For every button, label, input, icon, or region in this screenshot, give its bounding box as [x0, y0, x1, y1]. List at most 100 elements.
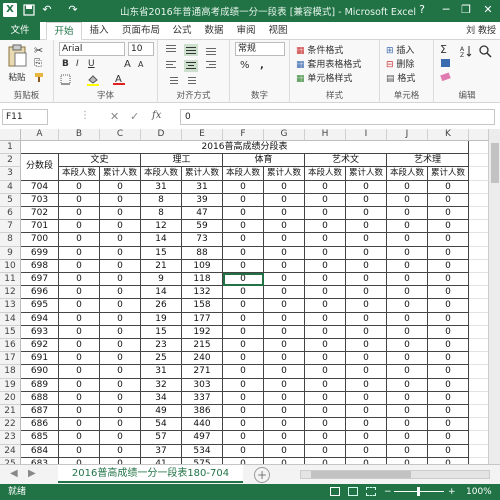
data-cell[interactable]: 0: [223, 418, 264, 432]
page-layout-view-icon[interactable]: [348, 487, 358, 496]
data-cell[interactable]: 0: [305, 207, 346, 221]
data-cell[interactable]: 0: [305, 391, 346, 405]
data-cell[interactable]: 0: [223, 259, 264, 273]
data-cell[interactable]: 73: [182, 233, 223, 247]
data-cell[interactable]: 0: [59, 246, 100, 260]
data-cell[interactable]: 177: [182, 312, 223, 326]
data-cell[interactable]: 14: [141, 286, 182, 300]
data-cell[interactable]: 0: [264, 325, 305, 339]
row-header[interactable]: 10: [0, 259, 21, 273]
data-cell[interactable]: 31: [182, 180, 223, 194]
row-header[interactable]: 20: [0, 391, 21, 405]
sub-header[interactable]: 本段人数: [305, 167, 346, 181]
data-cell[interactable]: 132: [182, 286, 223, 300]
data-cell[interactable]: 0: [264, 180, 305, 194]
data-cell[interactable]: 0: [428, 418, 469, 432]
data-cell[interactable]: 0: [223, 378, 264, 392]
score-cell[interactable]: 696: [21, 286, 59, 300]
column-header[interactable]: K: [428, 129, 469, 141]
data-cell[interactable]: 0: [428, 325, 469, 339]
font-name-select[interactable]: Arial: [59, 42, 125, 56]
page-break-view-icon[interactable]: [366, 487, 376, 496]
bold-button[interactable]: B: [62, 59, 69, 69]
row-header[interactable]: 8: [0, 233, 21, 247]
data-cell[interactable]: 0: [264, 312, 305, 326]
data-cell[interactable]: 0: [100, 339, 141, 353]
data-cell[interactable]: 0: [223, 312, 264, 326]
column-header[interactable]: B: [59, 129, 100, 141]
data-cell[interactable]: 0: [59, 325, 100, 339]
row-header[interactable]: 21: [0, 405, 21, 419]
data-cell[interactable]: 271: [182, 365, 223, 379]
score-cell[interactable]: 686: [21, 418, 59, 432]
data-cell[interactable]: 0: [264, 220, 305, 234]
sub-header[interactable]: 本段人数: [59, 167, 100, 181]
sheet-prev-icon[interactable]: ◀: [10, 468, 18, 479]
data-cell[interactable]: 0: [59, 378, 100, 392]
data-cell[interactable]: 240: [182, 352, 223, 366]
data-cell[interactable]: 158: [182, 299, 223, 313]
data-cell[interactable]: 0: [346, 365, 387, 379]
score-cell[interactable]: 695: [21, 299, 59, 313]
row-header[interactable]: 9: [0, 246, 21, 260]
data-cell[interactable]: 8: [141, 193, 182, 207]
data-cell[interactable]: 0: [346, 273, 387, 287]
data-cell[interactable]: 0: [59, 405, 100, 419]
category-header[interactable]: 艺术文: [305, 154, 387, 168]
column-header[interactable]: F: [223, 129, 264, 141]
data-cell[interactable]: 386: [182, 405, 223, 419]
cut-icon[interactable]: ✂: [34, 44, 43, 57]
data-cell[interactable]: 0: [223, 325, 264, 339]
data-cell[interactable]: 0: [305, 405, 346, 419]
name-box[interactable]: F11: [2, 109, 48, 125]
row-header[interactable]: 1: [0, 141, 21, 155]
row-header[interactable]: 11: [0, 273, 21, 287]
undo-icon[interactable]: ↶: [40, 3, 54, 17]
score-cell[interactable]: 693: [21, 325, 59, 339]
data-cell[interactable]: 0: [428, 352, 469, 366]
align-top-icon[interactable]: [166, 44, 220, 59]
score-cell[interactable]: 691: [21, 352, 59, 366]
find-icon[interactable]: [478, 44, 492, 61]
data-cell[interactable]: 0: [428, 444, 469, 458]
data-cell[interactable]: 0: [100, 193, 141, 207]
percent-button[interactable]: %: [240, 60, 250, 71]
data-cell[interactable]: 0: [100, 286, 141, 300]
score-cell[interactable]: 690: [21, 365, 59, 379]
data-cell[interactable]: 440: [182, 418, 223, 432]
data-cell[interactable]: 0: [346, 246, 387, 260]
data-cell[interactable]: 0: [264, 378, 305, 392]
tab-file[interactable]: 文件: [0, 22, 40, 40]
data-cell[interactable]: 34: [141, 391, 182, 405]
data-cell[interactable]: 0: [346, 444, 387, 458]
sub-header[interactable]: 本段人数: [387, 167, 428, 181]
data-cell[interactable]: 23: [141, 339, 182, 353]
data-cell[interactable]: 49: [141, 405, 182, 419]
row-header[interactable]: 18: [0, 365, 21, 379]
data-cell[interactable]: 47: [182, 207, 223, 221]
data-cell[interactable]: 0: [387, 207, 428, 221]
sub-header[interactable]: 累计人数: [428, 167, 469, 181]
data-cell[interactable]: 12: [141, 220, 182, 234]
font-color-icon[interactable]: A: [112, 73, 126, 89]
font-size-select[interactable]: 10: [128, 42, 154, 56]
data-cell[interactable]: 0: [59, 391, 100, 405]
column-header[interactable]: G: [264, 129, 305, 141]
data-cell[interactable]: 31: [141, 365, 182, 379]
data-cell[interactable]: 0: [305, 180, 346, 194]
data-cell[interactable]: 0: [387, 193, 428, 207]
data-cell[interactable]: 0: [100, 325, 141, 339]
row-header[interactable]: 15: [0, 325, 21, 339]
data-cell[interactable]: 0: [305, 312, 346, 326]
data-cell[interactable]: 0: [305, 378, 346, 392]
indent-icon[interactable]: [166, 76, 220, 89]
data-cell[interactable]: 0: [387, 405, 428, 419]
data-cell[interactable]: 497: [182, 431, 223, 445]
column-header[interactable]: J: [387, 129, 428, 141]
data-cell[interactable]: 534: [182, 444, 223, 458]
sub-header[interactable]: 本段人数: [141, 167, 182, 181]
redo-icon[interactable]: ↷: [66, 3, 80, 17]
score-cell[interactable]: 689: [21, 378, 59, 392]
data-cell[interactable]: 14: [141, 233, 182, 247]
data-cell[interactable]: 0: [100, 180, 141, 194]
